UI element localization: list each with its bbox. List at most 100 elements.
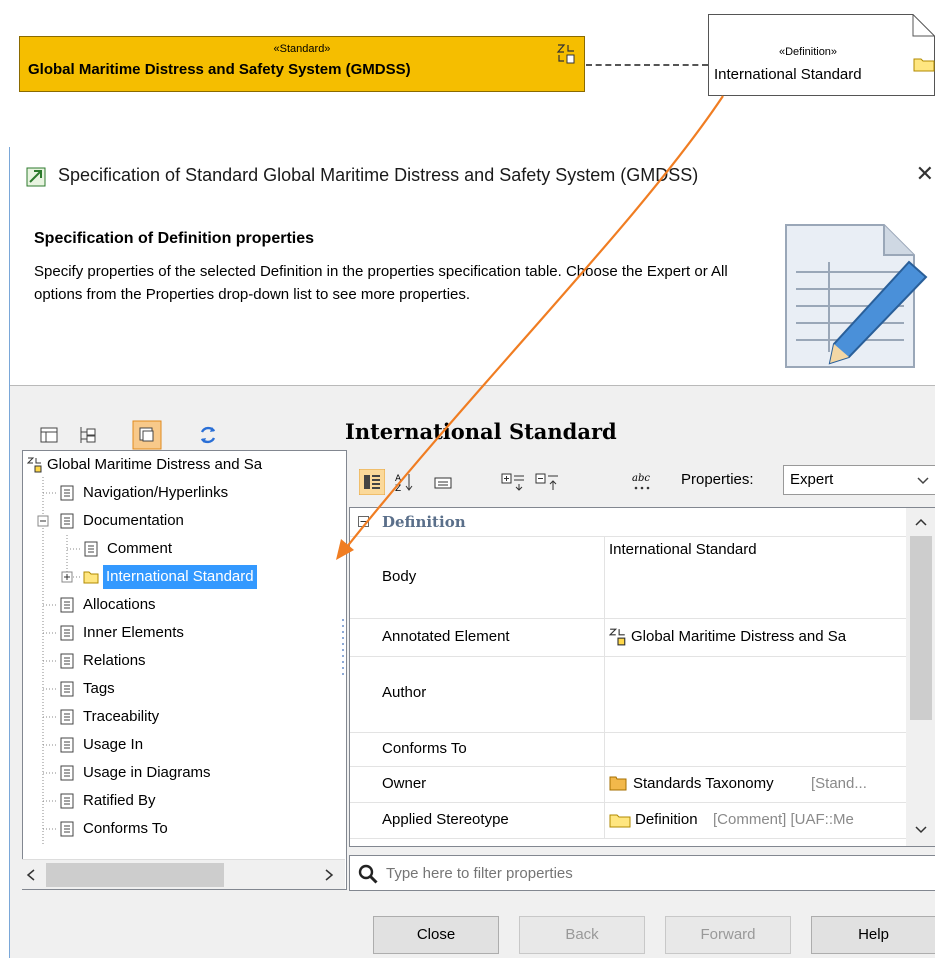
sort-alphabetical-icon[interactable]: AZ [394, 471, 414, 493]
property-value-text: Global Maritime Distress and Sa [631, 628, 847, 645]
scroll-down-icon[interactable] [915, 826, 927, 834]
categorized-view-icon[interactable] [359, 469, 385, 495]
standard-stereotype: «Standard» [273, 43, 331, 55]
page-icon [60, 821, 74, 837]
tree-item-label: International Standard [103, 565, 257, 589]
property-value-text: Standards Taxonomy [633, 775, 774, 792]
scroll-up-icon[interactable] [915, 518, 927, 526]
property-value-qualifier: [Stand... [811, 775, 867, 792]
scroll-right-icon[interactable] [324, 869, 334, 881]
section-title: Definition [382, 513, 466, 531]
property-value[interactable]: International Standard [604, 536, 908, 618]
property-row-conforms-to[interactable]: Conforms To [350, 732, 907, 767]
page-icon [60, 765, 74, 781]
definition-note: «Definition» International Standard [708, 14, 935, 96]
package-icon [609, 776, 627, 791]
title-bar: Specification of Standard Global Maritim… [10, 147, 935, 205]
note-folder-icon [83, 571, 99, 584]
help-button[interactable]: Help [811, 916, 935, 954]
property-row-body[interactable]: Body International Standard [350, 536, 907, 619]
page-icon [60, 625, 74, 641]
page-icon [84, 541, 98, 557]
nested-view-toggle-icon[interactable] [132, 420, 162, 450]
tree-scroll-thumb[interactable] [46, 863, 224, 887]
definition-stereotype: «Definition» [778, 46, 838, 58]
property-name: Owner [382, 775, 427, 792]
property-value-text: International Standard [609, 541, 757, 558]
tree-item-label: Traceability [83, 708, 160, 725]
tree-item-international-standard-selected[interactable]: International Standard [79, 563, 346, 591]
property-group-tree[interactable]: Global Maritime Distress and Sa Navigati… [22, 450, 347, 890]
property-value[interactable]: Standards Taxonomy [Stand... [604, 766, 908, 802]
tree-item-label: Usage in Diagrams [83, 764, 211, 781]
description-area-icon[interactable] [433, 475, 453, 491]
note-folder-icon [913, 58, 935, 72]
back-button[interactable]: Back [519, 916, 645, 954]
properties-dropdown[interactable]: Expert [783, 465, 935, 495]
filter-box[interactable] [349, 855, 935, 891]
forward-button[interactable]: Forward [665, 916, 791, 954]
page-icon [60, 485, 74, 501]
page-icon [60, 737, 74, 753]
property-name: Author [382, 684, 427, 701]
splitter-handle[interactable] [341, 617, 345, 677]
section-row[interactable]: Definition [350, 508, 907, 537]
property-name: Body [382, 568, 417, 585]
property-name: Applied Stereotype [382, 811, 509, 828]
page-icon [60, 653, 74, 669]
property-name: Conforms To [382, 740, 467, 757]
tree-item-label: Comment [107, 540, 173, 557]
search-icon [358, 864, 378, 884]
collapse-all-icon[interactable] [534, 470, 560, 492]
property-value-text: Definition [635, 811, 698, 828]
spelling-check-icon[interactable]: abc [630, 469, 654, 493]
property-row-author[interactable]: Author [350, 656, 907, 733]
tree-item-label: Relations [83, 652, 146, 669]
property-value[interactable]: Definition [Comment] [UAF::Me [604, 802, 908, 838]
close-button[interactable]: Close [373, 916, 499, 954]
tree-item-label: Documentation [83, 512, 184, 529]
filter-input[interactable] [384, 860, 924, 886]
standard-icon [556, 44, 575, 64]
standard-icon [609, 628, 626, 646]
refresh-icon[interactable] [195, 422, 221, 448]
table-scroll-thumb[interactable] [910, 536, 932, 720]
svg-text:abc: abc [632, 473, 650, 484]
properties-label: Properties: [681, 471, 754, 488]
tree-item-label: Tags [83, 680, 115, 697]
header-description: Specify properties of the selected Defin… [34, 263, 728, 303]
table-view-icon[interactable] [36, 422, 62, 448]
specification-dialog: Specification of Standard Global Maritim… [9, 147, 935, 958]
standard-shape[interactable]: «Standard» Global Maritime Distress and … [19, 36, 585, 92]
property-row-annotated-element[interactable]: Annotated Element Global Maritime Distre… [350, 618, 907, 657]
tree-view-icon[interactable] [74, 422, 100, 448]
tree-item-label: Inner Elements [83, 624, 184, 641]
definition-name: International Standard [714, 66, 862, 83]
tree-item-label: Usage In [83, 736, 144, 753]
page-icon [60, 793, 74, 809]
tree-horizontal-scrollbar[interactable] [22, 859, 345, 889]
property-value[interactable]: Global Maritime Distress and Sa [604, 618, 908, 656]
table-vertical-scrollbar[interactable] [906, 508, 935, 846]
expand-all-icon[interactable] [500, 470, 526, 492]
page-icon [60, 597, 74, 613]
property-row-applied-stereotype[interactable]: Applied Stereotype Definition [Comment] … [350, 802, 907, 839]
property-row-owner[interactable]: Owner Standards Taxonomy [Stand... [350, 766, 907, 803]
property-value[interactable] [604, 732, 908, 766]
properties-dropdown-value: Expert [790, 471, 834, 488]
collapse-section-icon[interactable] [358, 516, 369, 527]
properties-table[interactable]: Definition Body International Standard A… [349, 507, 935, 847]
property-value-qualifier: [Comment] [UAF::Me [713, 811, 854, 828]
document-pencil-icon [785, 224, 928, 368]
tree-item-label: Navigation/Hyperlinks [83, 484, 229, 501]
page-icon [60, 513, 74, 529]
close-icon[interactable]: ✕ [916, 161, 934, 187]
note-folder-icon [609, 814, 631, 828]
standard-name: Global Maritime Distress and Safety Syst… [28, 61, 411, 78]
property-value[interactable] [604, 656, 908, 732]
element-title: International Standard [345, 419, 617, 444]
property-name: Annotated Element [382, 628, 510, 645]
scroll-left-icon[interactable] [26, 869, 36, 881]
chevron-down-icon [917, 477, 929, 485]
specification-icon [26, 167, 46, 187]
